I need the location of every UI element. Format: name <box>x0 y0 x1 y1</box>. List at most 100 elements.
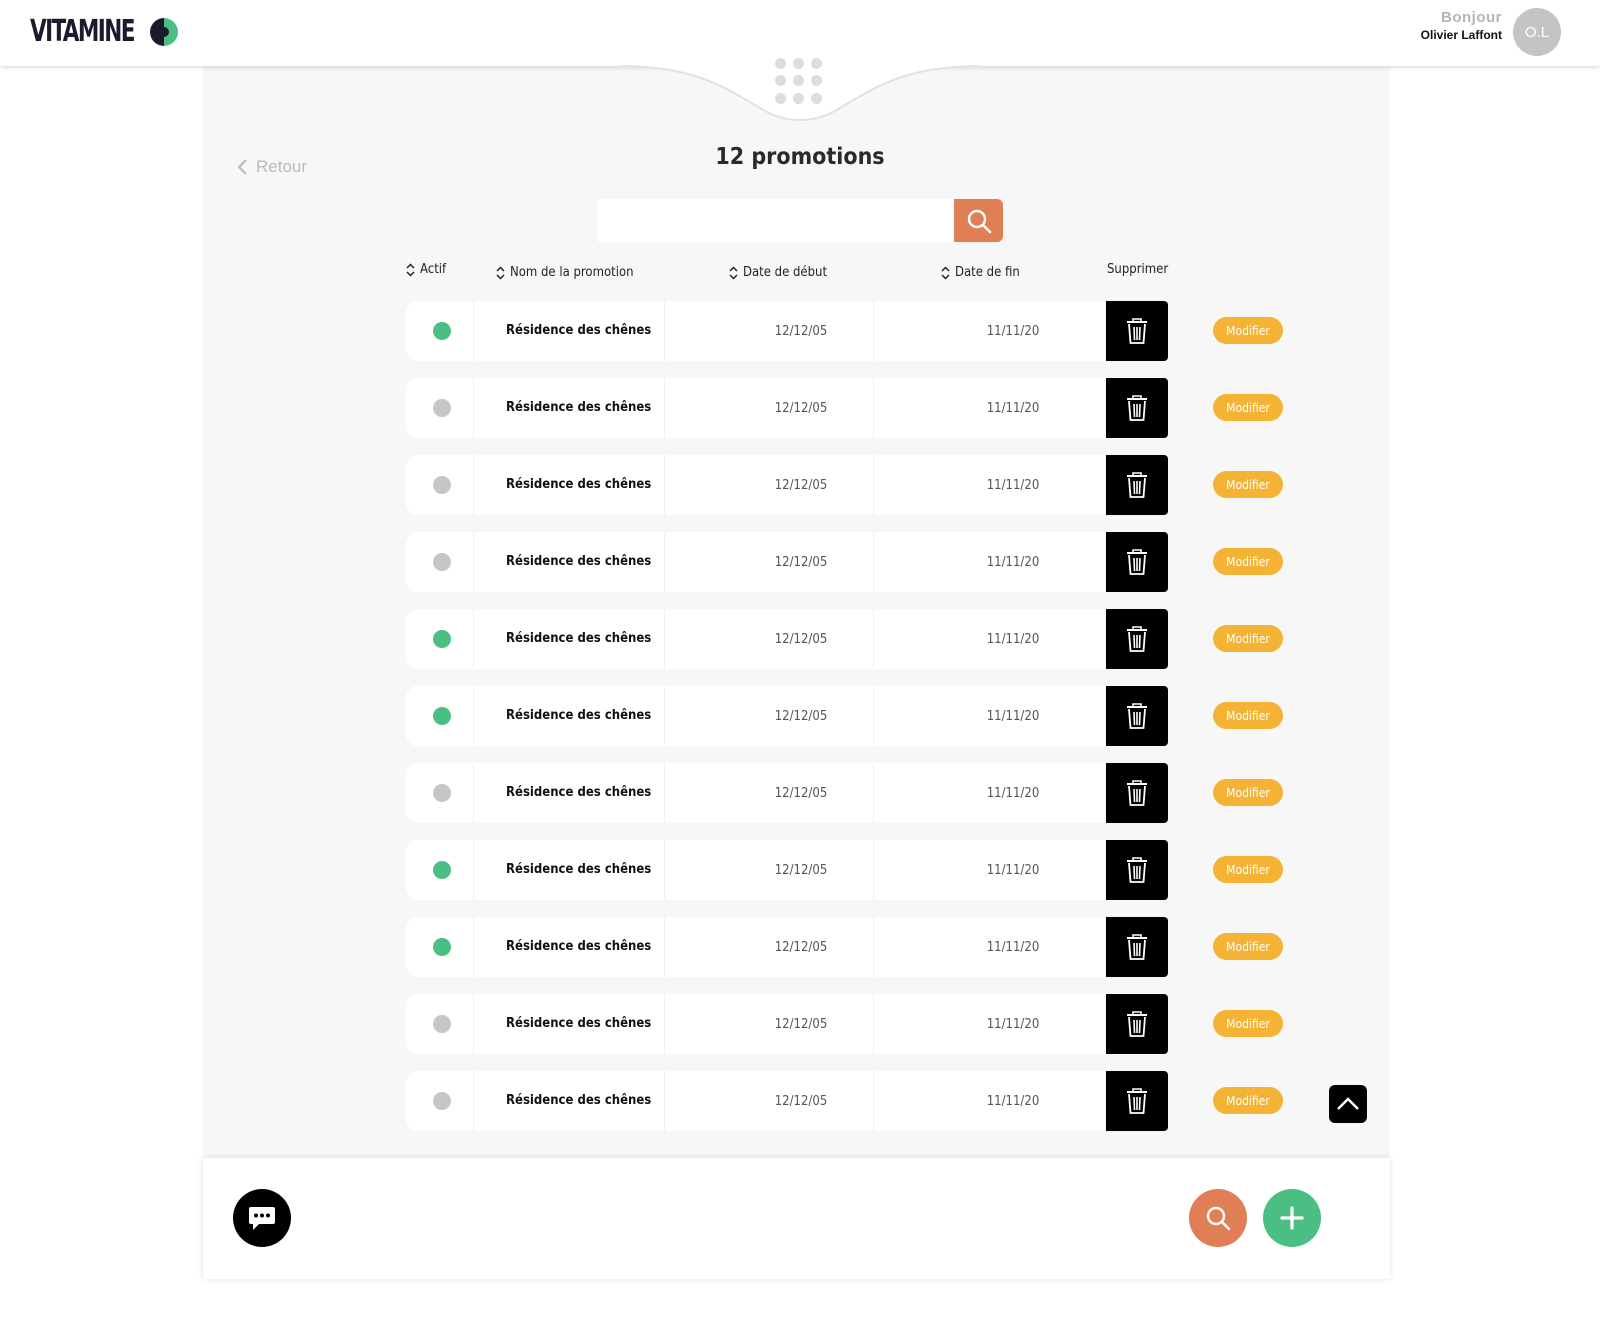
promotion-name: Résidence des chênes <box>506 554 652 569</box>
table-row: Résidence des chênes 12/12/05 11/11/20 <box>406 609 1168 669</box>
delete-button[interactable] <box>1106 840 1168 900</box>
modify-button[interactable]: Modifier <box>1213 471 1283 498</box>
delete-button[interactable] <box>1106 1071 1168 1131</box>
promotion-name: Résidence des chênes <box>506 939 652 954</box>
scroll-top-button[interactable] <box>1329 1085 1367 1123</box>
modify-button[interactable]: Modifier <box>1213 1010 1283 1037</box>
greeting-text: Bonjour <box>1441 9 1502 26</box>
grid-dots-icon[interactable] <box>775 58 823 104</box>
end-date: 11/11/20 <box>986 478 1040 493</box>
status-indicator[interactable] <box>433 476 451 494</box>
modify-button[interactable]: Modifier <box>1213 856 1283 883</box>
sort-icon <box>729 265 738 280</box>
modify-button[interactable]: Modifier <box>1213 1087 1283 1114</box>
table-row: Résidence des chênes 12/12/05 11/11/20 <box>406 840 1168 900</box>
delete-button[interactable] <box>1106 609 1168 669</box>
back-label: Retour <box>256 157 308 176</box>
modify-button[interactable]: Modifier <box>1213 625 1283 652</box>
promotion-name: Résidence des chênes <box>506 477 652 492</box>
delete-button[interactable] <box>1106 301 1168 361</box>
end-date: 11/11/20 <box>986 632 1040 647</box>
delete-button[interactable] <box>1106 532 1168 592</box>
chevron-up-icon <box>1337 1097 1359 1110</box>
status-indicator[interactable] <box>433 938 451 956</box>
column-label-name: Nom de la promotion <box>510 265 634 280</box>
delete-button[interactable] <box>1106 917 1168 977</box>
search-icon <box>1206 1206 1231 1231</box>
column-header-name[interactable]: Nom de la promotion <box>496 265 634 280</box>
status-indicator[interactable] <box>433 630 451 648</box>
start-date: 12/12/05 <box>774 863 828 878</box>
end-date: 11/11/20 <box>986 324 1040 339</box>
end-date: 11/11/20 <box>986 709 1040 724</box>
sort-icon <box>406 262 415 277</box>
column-header-delete: Supprimer <box>1107 262 1168 277</box>
status-indicator[interactable] <box>433 784 451 802</box>
modify-button[interactable]: Modifier <box>1213 933 1283 960</box>
status-indicator[interactable] <box>433 322 451 340</box>
start-date: 12/12/05 <box>774 478 828 493</box>
column-header-end[interactable]: Date de fin <box>941 265 1020 280</box>
modify-button[interactable]: Modifier <box>1213 548 1283 575</box>
column-label-start: Date de début <box>743 265 828 280</box>
status-indicator[interactable] <box>433 707 451 725</box>
table-row: Résidence des chênes 12/12/05 11/11/20 <box>406 301 1168 361</box>
status-indicator[interactable] <box>433 399 451 417</box>
floating-search-button[interactable] <box>1189 1189 1247 1247</box>
trash-icon <box>1127 1088 1147 1114</box>
table-row: Résidence des chênes 12/12/05 11/11/20 <box>406 532 1168 592</box>
start-date: 12/12/05 <box>774 1094 828 1109</box>
trash-icon <box>1127 549 1147 575</box>
trash-icon <box>1127 857 1147 883</box>
trash-icon <box>1127 934 1147 960</box>
column-header-active[interactable]: Actif <box>406 262 446 277</box>
table-row: Résidence des chênes 12/12/05 11/11/20 <box>406 455 1168 515</box>
modify-button[interactable]: Modifier <box>1213 702 1283 729</box>
trash-icon <box>1127 1011 1147 1037</box>
search-icon <box>967 209 991 233</box>
status-indicator[interactable] <box>433 1092 451 1110</box>
chat-button[interactable] <box>233 1189 291 1247</box>
trash-icon <box>1127 780 1147 806</box>
search-button[interactable] <box>954 199 1003 242</box>
promotion-name: Résidence des chênes <box>506 1016 652 1031</box>
delete-button[interactable] <box>1106 455 1168 515</box>
modify-button[interactable]: Modifier <box>1213 779 1283 806</box>
promotion-name: Résidence des chênes <box>506 862 652 877</box>
promotion-name: Résidence des chênes <box>506 323 652 338</box>
page-title: 12 promotions <box>715 144 885 170</box>
start-date: 12/12/05 <box>774 1017 828 1032</box>
avatar[interactable]: O.L <box>1513 8 1561 56</box>
promotion-name: Résidence des chênes <box>506 631 652 646</box>
user-name: Olivier Laffont <box>1420 28 1502 42</box>
end-date: 11/11/20 <box>986 1094 1040 1109</box>
start-date: 12/12/05 <box>774 555 828 570</box>
promotion-name: Résidence des chênes <box>506 1093 652 1108</box>
status-indicator[interactable] <box>433 861 451 879</box>
delete-button[interactable] <box>1106 686 1168 746</box>
end-date: 11/11/20 <box>986 1017 1040 1032</box>
status-indicator[interactable] <box>433 553 451 571</box>
user-greeting: Bonjour Olivier Laffont <box>1421 9 1502 42</box>
delete-button[interactable] <box>1106 378 1168 438</box>
modify-button[interactable]: Modifier <box>1213 317 1283 344</box>
search-input[interactable] <box>598 199 954 242</box>
promotion-name: Résidence des chênes <box>506 708 652 723</box>
table-row: Résidence des chênes 12/12/05 11/11/20 <box>406 994 1168 1054</box>
plus-icon <box>1280 1206 1304 1230</box>
end-date: 11/11/20 <box>986 401 1040 416</box>
promotion-name: Résidence des chênes <box>506 785 652 800</box>
start-date: 12/12/05 <box>774 401 828 416</box>
add-promotion-button[interactable] <box>1263 1189 1321 1247</box>
brand-logo[interactable]: VITAMINE <box>30 14 180 49</box>
column-header-start[interactable]: Date de début <box>729 265 827 280</box>
column-label-active: Actif <box>420 262 447 277</box>
back-link[interactable]: Retour <box>236 157 307 177</box>
status-indicator[interactable] <box>433 1015 451 1033</box>
modify-button[interactable]: Modifier <box>1213 394 1283 421</box>
sort-icon <box>941 265 950 280</box>
delete-button[interactable] <box>1106 763 1168 823</box>
delete-button[interactable] <box>1106 994 1168 1054</box>
sort-icon <box>496 265 505 280</box>
table-row: Résidence des chênes 12/12/05 11/11/20 <box>406 917 1168 977</box>
